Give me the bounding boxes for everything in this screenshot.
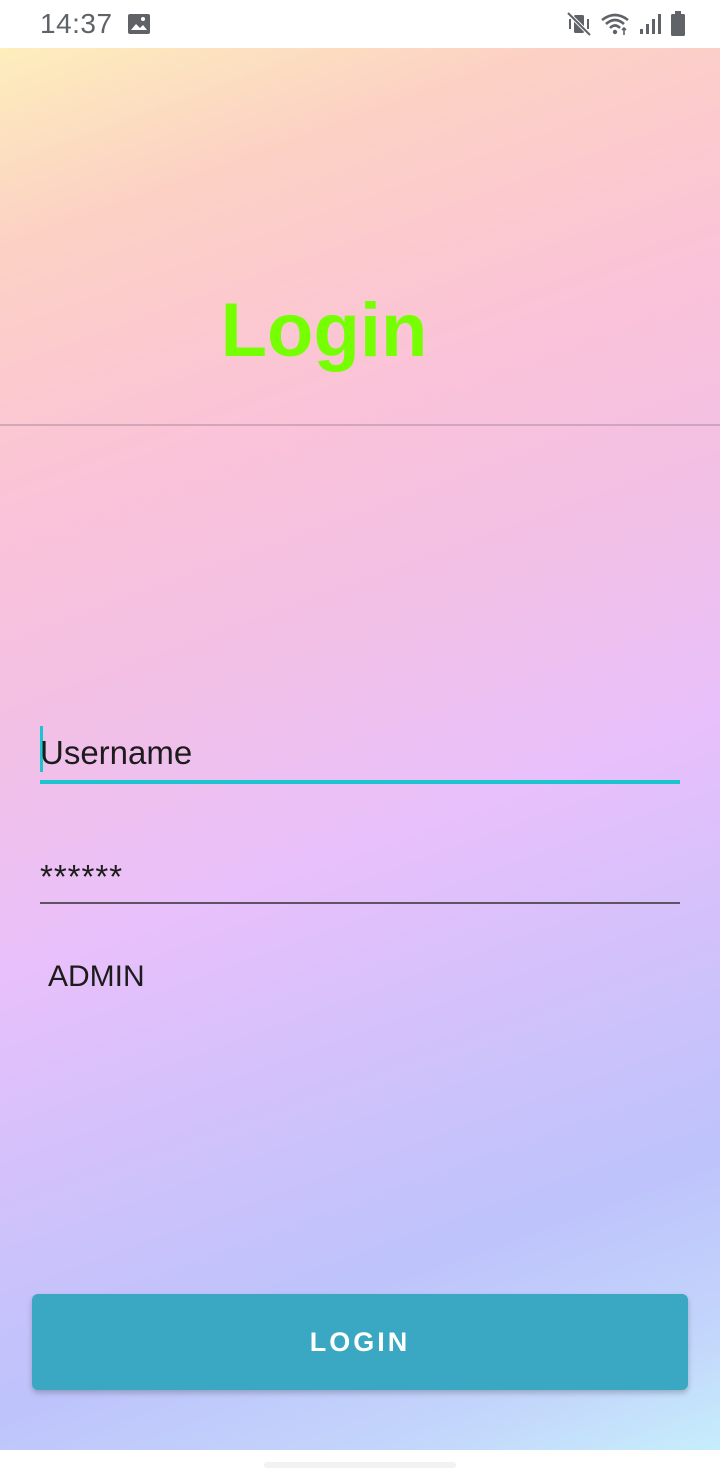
password-input-text: ****** (40, 858, 124, 895)
navigation-bar (0, 1450, 720, 1480)
login-button-label: LOGIN (309, 1326, 411, 1357)
username-input-text: Username (40, 734, 193, 771)
username-field[interactable]: Username (40, 724, 680, 784)
login-screen: 14:37 Login Username ****** ADMIN LOGIN (0, 0, 720, 1480)
status-left: 14:37 (40, 8, 151, 40)
status-time: 14:37 (40, 8, 113, 39)
status-bar: 14:37 (0, 0, 720, 48)
login-form-area: Login Username ****** ADMIN LOGIN (0, 48, 720, 1450)
title-divider (0, 424, 720, 426)
home-gesture-handle[interactable] (264, 1462, 456, 1468)
battery-icon (670, 11, 686, 37)
login-button[interactable]: LOGIN (32, 1294, 688, 1390)
page-title: Login (220, 288, 428, 373)
role-label: ADMIN (48, 960, 145, 993)
image-icon (127, 13, 151, 35)
status-right (566, 11, 686, 37)
signal-icon (638, 12, 662, 36)
password-field[interactable]: ****** (40, 848, 680, 904)
vibrate-mute-icon (566, 11, 592, 37)
wifi-icon (600, 12, 630, 36)
